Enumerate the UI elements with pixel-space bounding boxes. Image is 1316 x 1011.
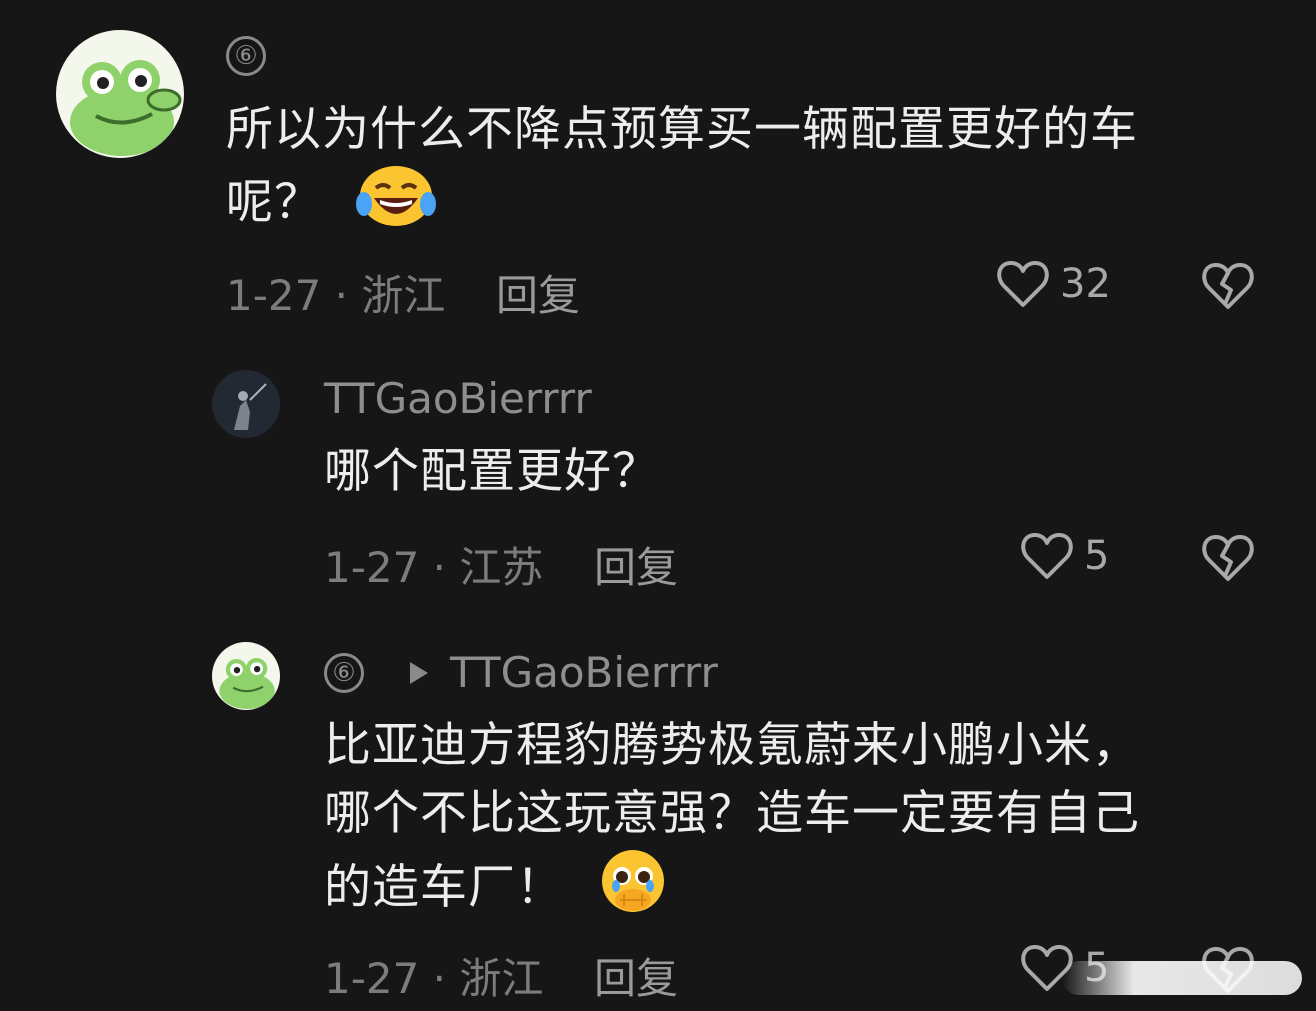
reply-button[interactable]: 回复 (496, 262, 580, 323)
watermark (1062, 961, 1302, 995)
frog-avatar-icon (219, 657, 275, 709)
avatar-frog[interactable] (212, 642, 280, 710)
reply-button[interactable]: 回复 (594, 534, 678, 595)
pleading-hands-emoji-icon (598, 848, 668, 933)
comment-date-location: 1-27 · 浙江 (226, 271, 446, 320)
avatar-frog[interactable] (56, 30, 184, 158)
heart-icon (997, 260, 1049, 307)
frog-avatar-icon (70, 60, 182, 156)
comment-header: ⑥ (226, 36, 266, 76)
dislike-button[interactable] (1200, 532, 1256, 588)
comment-header: ⑥ TTGaoBierrrr (324, 648, 718, 697)
joy-tears-emoji-icon (355, 164, 436, 247)
broken-heart-icon (1202, 534, 1254, 581)
rank-badge: ⑥ (324, 652, 364, 693)
reply-arrow-icon (410, 661, 428, 684)
comment-line-2: 呢？ (226, 164, 1286, 247)
comment-line: 所以为什么不降点预算买一辆配置更好的车 (226, 102, 1138, 157)
heart-icon (1021, 532, 1073, 579)
comment-line-text: 的造车厂！ (324, 860, 564, 915)
comment-date-location: 1-27 · 浙江 (324, 954, 544, 1003)
comment-line-3: 的造车厂！ (324, 848, 1284, 933)
reply-button[interactable]: 回复 (594, 945, 678, 1006)
like-button[interactable]: 5 (1020, 530, 1109, 582)
comment-text: 所以为什么不降点预算买一辆配置更好的车 呢？ (226, 96, 1286, 247)
comment-line-text: 呢？ (226, 175, 322, 230)
broken-heart-icon (1202, 262, 1254, 309)
comment-line: 哪个不比这玩意强？造车一定要有自己 (324, 786, 1140, 841)
like-button[interactable]: 32 (996, 258, 1111, 310)
like-count: 32 (1060, 261, 1111, 307)
comment-text: 哪个配置更好？ (324, 444, 660, 499)
comment-text: 比亚迪方程豹腾势极氪蔚来小鹏小米， 哪个不比这玩意强？造车一定要有自己 的造车厂… (324, 712, 1284, 933)
user-avatar-icon (212, 370, 280, 438)
comment-date-location: 1-27 · 江苏 (324, 543, 544, 592)
rank-badge: ⑥ (226, 36, 266, 76)
username[interactable]: TTGaoBierrrr (324, 374, 592, 423)
comment-line: 比亚迪方程豹腾势极氪蔚来小鹏小米， (324, 718, 1140, 773)
reply-to-username[interactable]: TTGaoBierrrr (450, 648, 718, 697)
dislike-button[interactable] (1200, 260, 1256, 316)
like-count: 5 (1084, 533, 1110, 579)
avatar-user[interactable] (212, 370, 280, 438)
